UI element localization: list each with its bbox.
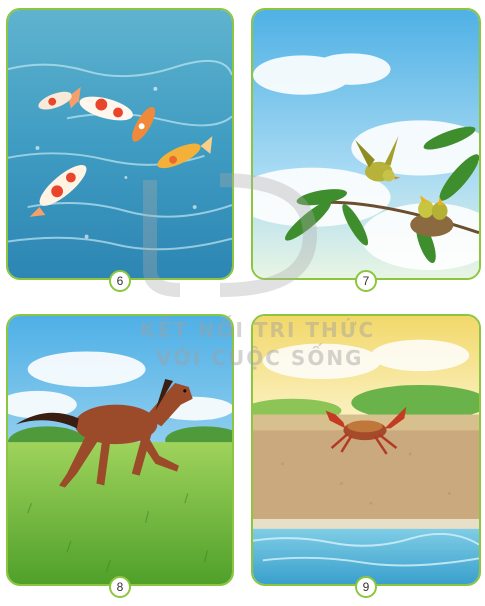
picture-number-badge: 8 (109, 576, 131, 598)
watermark-line-2: VỚI CUỘC SỐNG (156, 346, 364, 370)
picture-card-birds-nest (251, 8, 481, 280)
picture-number-badge: 9 (355, 576, 377, 598)
watermark-line-1: KẾT NỐI TRI THỨC (140, 318, 376, 342)
koi-fish-illustration (8, 10, 232, 278)
picture-number-badge: 6 (109, 270, 131, 292)
picture-number-badge: 7 (355, 270, 377, 292)
picture-card-koi-fish (6, 8, 234, 280)
birds-nest-illustration (253, 10, 479, 278)
